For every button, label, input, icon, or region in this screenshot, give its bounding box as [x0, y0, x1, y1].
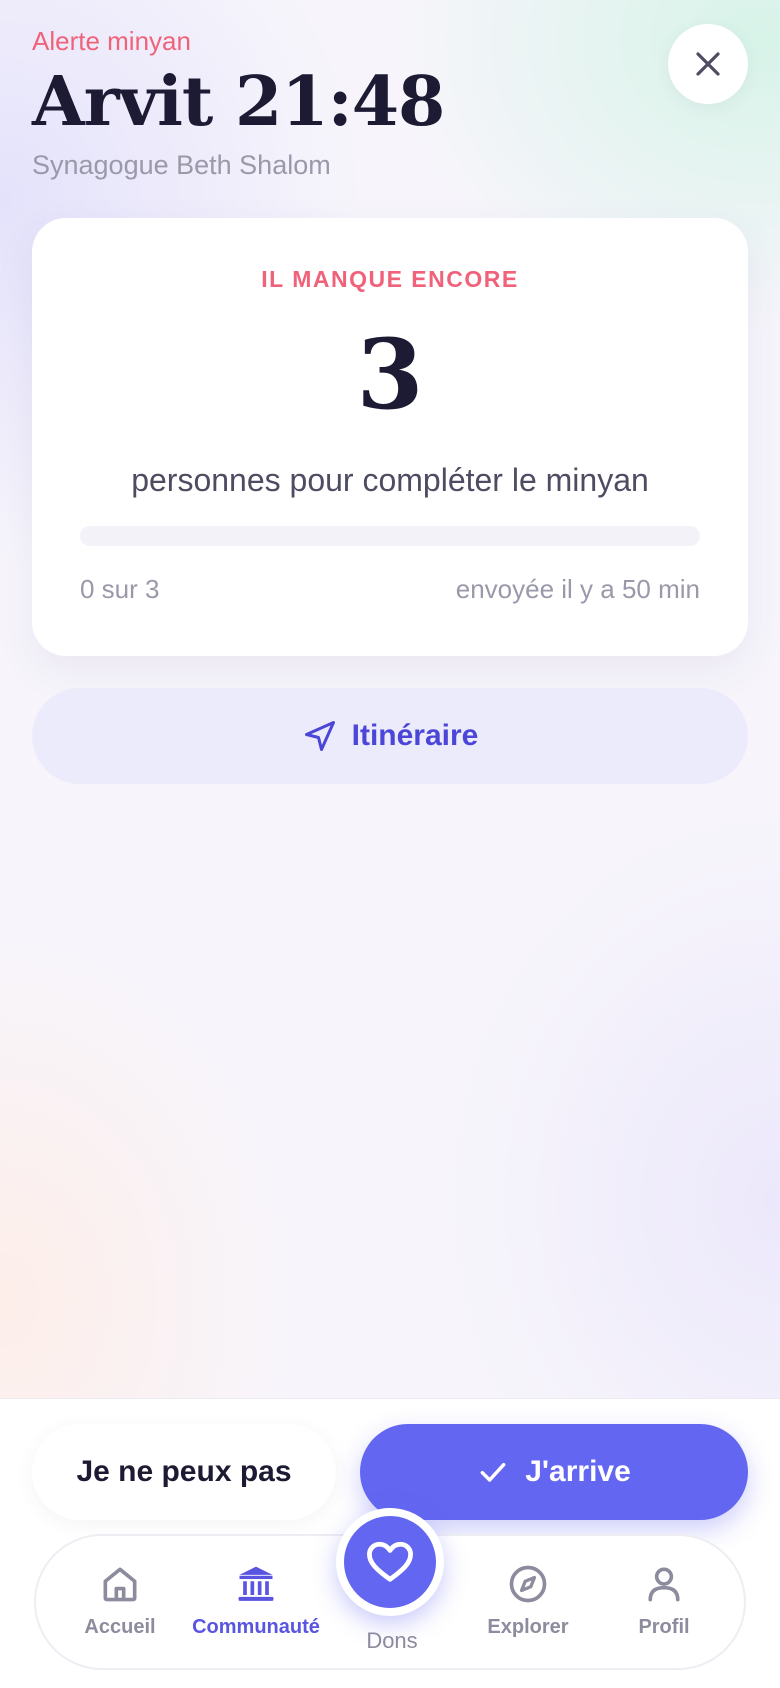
navigation-arrow-icon — [304, 721, 335, 751]
tab-label: Accueil — [84, 1616, 156, 1638]
progress-bar — [80, 526, 700, 546]
synagogue-name: Synagogue Beth Shalom — [32, 150, 331, 180]
cant-come-label: Je ne peux pas — [76, 1455, 292, 1488]
home-icon — [103, 1567, 137, 1602]
tab-label: Explorer — [487, 1616, 569, 1638]
missing-label: IL MANQUE ENCORE — [261, 266, 519, 292]
alert-label: Alerte minyan — [32, 26, 191, 56]
missing-description: personnes pour compléter le minyan — [131, 462, 649, 498]
user-icon — [648, 1567, 680, 1602]
missing-count: 3 — [356, 318, 424, 431]
tab-accueil[interactable]: Accueil — [50, 1562, 190, 1639]
tab-label: Communauté — [192, 1616, 320, 1638]
tab-explorer[interactable]: Explorer — [458, 1562, 598, 1639]
itinerary-button[interactable]: Itinéraire — [32, 688, 748, 784]
close-button[interactable] — [668, 24, 748, 104]
close-icon — [696, 52, 720, 76]
check-icon — [480, 1462, 506, 1482]
arrive-label: J'arrive — [525, 1455, 631, 1488]
tab-communaute[interactable]: Communauté — [186, 1562, 326, 1639]
tab-label: Profil — [638, 1616, 690, 1638]
itinerary-label: Itinéraire — [351, 719, 479, 752]
progress-text: 0 sur 3 — [80, 574, 160, 604]
heart-icon — [367, 1541, 413, 1582]
compass-icon — [509, 1565, 547, 1603]
minyan-status-card: IL MANQUE ENCORE 3 personnes pour complé… — [32, 218, 748, 656]
tab-dons-label: Dons — [366, 1628, 418, 1653]
page-title: Arvit 21:48 — [32, 62, 445, 142]
cant-come-button[interactable]: Je ne peux pas — [32, 1424, 336, 1520]
sent-time: envoyée il y a 50 min — [455, 574, 700, 604]
tab-profil[interactable]: Profil — [594, 1562, 734, 1639]
synagogue-icon — [238, 1566, 274, 1601]
arrive-button[interactable]: J'arrive — [360, 1424, 748, 1520]
tab-dons-button[interactable] — [336, 1508, 444, 1616]
